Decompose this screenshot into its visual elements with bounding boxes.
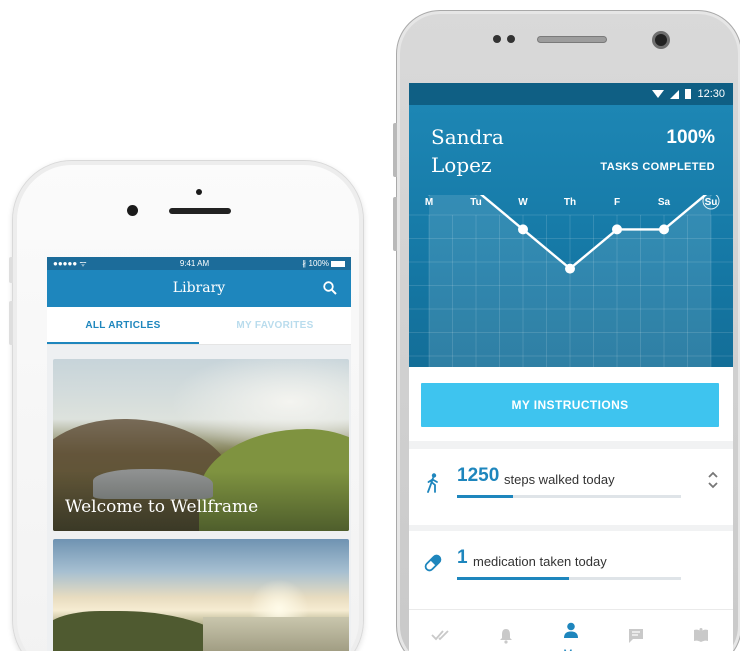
- page-title: Library: [172, 280, 226, 296]
- day-label: Tu: [470, 197, 481, 208]
- proximity-sensor: [196, 189, 202, 195]
- day-label: W: [518, 197, 528, 208]
- bixby-button: [393, 197, 397, 251]
- pill-icon: [424, 554, 442, 572]
- medication-card[interactable]: 1 medication taken today: [409, 525, 733, 599]
- medication-progress-bar: [457, 577, 681, 580]
- tasks-completed-label: TASKS COMPLETED: [600, 161, 715, 173]
- front-camera: [127, 205, 138, 216]
- wifi-icon: [652, 90, 665, 98]
- tab-all-articles[interactable]: ALL ARTICLES: [47, 307, 199, 344]
- nav-tasks[interactable]: [409, 610, 474, 651]
- day-label: Sa: [658, 197, 671, 208]
- walking-person-icon: [427, 473, 438, 493]
- android-status-bar: 12:30: [409, 83, 733, 105]
- nav-messages[interactable]: [603, 610, 668, 651]
- volume-up-button: [9, 301, 13, 345]
- nav-me[interactable]: Me: [539, 610, 604, 651]
- library-header: Library: [47, 270, 351, 307]
- medication-label: medication taken today: [473, 554, 607, 569]
- chart-point: [659, 224, 669, 235]
- status-time: 9:41 AM: [179, 259, 210, 268]
- chart-point: [518, 224, 528, 235]
- profile-header: Sandra Lopez 100% TASKS COMPLETED M Tu W Th…: [409, 105, 733, 367]
- tasks-percent: 100%: [666, 127, 715, 148]
- expand-collapse-icon[interactable]: [707, 469, 719, 491]
- sensor-dot: [507, 35, 515, 43]
- library-screen: ●●●●● ᯤ 9:41 AM ∦ 100% Library ALL ARTIC…: [47, 257, 351, 651]
- chat-icon: [628, 629, 643, 643]
- day-label: Su: [705, 197, 718, 208]
- steps-card[interactable]: 1250 steps walked today: [409, 449, 733, 523]
- article-caption: Welcome to Wellframe: [65, 497, 259, 517]
- search-icon[interactable]: [323, 281, 337, 295]
- steps-count: 1250: [457, 465, 500, 486]
- book-icon: [693, 628, 708, 642]
- steps-label: steps walked today: [504, 472, 615, 487]
- me-screen: 12:30 Sandra Lopez 100% TASKS COMPLETED …: [409, 83, 733, 651]
- front-camera: [652, 31, 670, 49]
- cell-signal-icon: [670, 89, 680, 99]
- medication-count: 1: [457, 547, 468, 568]
- volume-button: [393, 123, 397, 177]
- article-tabs: ALL ARTICLES MY FAVORITES: [47, 307, 351, 345]
- ios-status-bar: ●●●●● ᯤ 9:41 AM ∦ 100%: [47, 257, 351, 270]
- signal-indicator: ●●●●● ᯤ: [53, 259, 87, 268]
- battery-indicator: ∦ 100%: [302, 259, 345, 268]
- tab-my-favorites[interactable]: MY FAVORITES: [199, 307, 351, 344]
- article-card[interactable]: [53, 539, 349, 651]
- double-check-icon: [431, 630, 450, 641]
- bottom-navigation: Me: [409, 609, 733, 651]
- status-time: 12:30: [697, 88, 725, 100]
- day-label: Th: [564, 197, 576, 208]
- nav-library[interactable]: [668, 610, 733, 651]
- earpiece-speaker: [169, 208, 231, 214]
- weekly-tasks-chart: M Tu W Th F Sa Su: [409, 195, 733, 367]
- bell-icon: [500, 629, 513, 644]
- day-label: F: [614, 197, 620, 208]
- article-card[interactable]: Welcome to Wellframe: [53, 359, 349, 531]
- my-instructions-button[interactable]: MY INSTRUCTIONS: [421, 383, 719, 427]
- day-label: M: [425, 197, 433, 208]
- earpiece-speaker: [537, 36, 607, 43]
- chart-point: [612, 224, 622, 235]
- divider: [409, 441, 733, 449]
- patient-name: Sandra Lopez: [431, 125, 504, 177]
- person-icon: [563, 622, 578, 638]
- chart-point: [565, 263, 575, 274]
- mute-switch: [9, 257, 13, 283]
- iphone-device: ●●●●● ᯤ 9:41 AM ∦ 100% Library ALL ARTIC…: [9, 160, 364, 651]
- nav-notifications[interactable]: [474, 610, 539, 651]
- android-device: 12:30 Sandra Lopez 100% TASKS COMPLETED …: [393, 10, 740, 651]
- steps-progress-bar: [457, 495, 681, 498]
- sensor-dot: [493, 35, 501, 43]
- battery-icon: [685, 89, 692, 99]
